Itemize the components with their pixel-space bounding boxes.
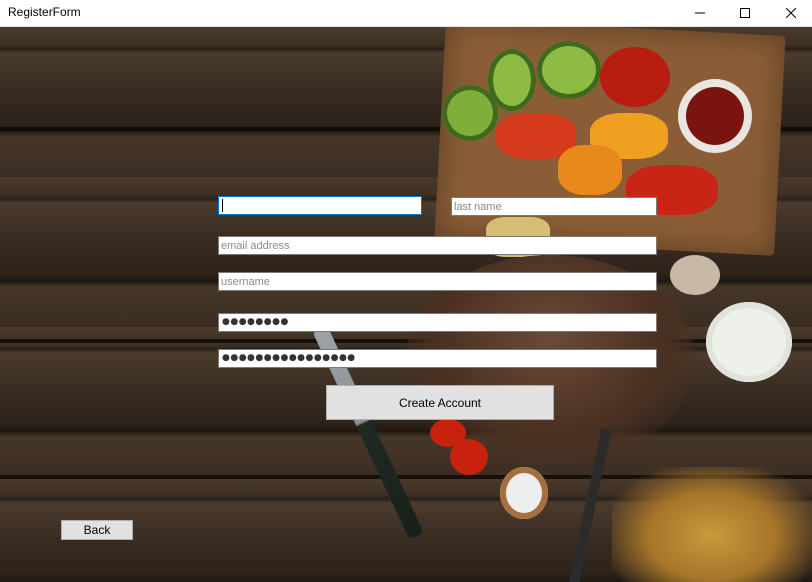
zucchini-slice-image	[537, 41, 601, 99]
cream-dip-bowl-image	[706, 302, 792, 382]
salt-spoon-image	[500, 467, 548, 519]
sauce-bowl-image	[678, 79, 752, 153]
back-button[interactable]: Back	[61, 520, 133, 540]
window-title: RegisterForm	[8, 5, 81, 19]
maximize-icon	[740, 8, 750, 18]
first-name-field[interactable]	[218, 196, 422, 215]
form-background	[0, 27, 812, 582]
zucchini-slice-image	[488, 49, 536, 111]
close-icon	[786, 8, 796, 18]
title-bar: RegisterForm	[0, 0, 812, 27]
orange-pepper-image	[558, 145, 622, 195]
tomato-image	[450, 439, 488, 475]
email-field[interactable]	[218, 236, 657, 255]
text-caret	[222, 199, 223, 212]
confirm-password-field[interactable]: ●●●●●●●●●●●●●●●●	[218, 349, 657, 368]
mushroom-image	[670, 255, 720, 295]
minimize-button[interactable]	[677, 0, 723, 26]
last-name-field[interactable]	[451, 197, 657, 216]
create-account-button[interactable]: Create Account	[326, 385, 554, 420]
maximize-button[interactable]	[722, 0, 768, 26]
minimize-icon	[695, 12, 705, 14]
close-button[interactable]	[768, 0, 812, 26]
cherry-tomatoes-image	[600, 47, 670, 107]
password-field[interactable]: ●●●●●●●●	[218, 313, 657, 332]
username-field[interactable]	[218, 272, 657, 291]
roasted-potatoes-image	[612, 467, 812, 582]
